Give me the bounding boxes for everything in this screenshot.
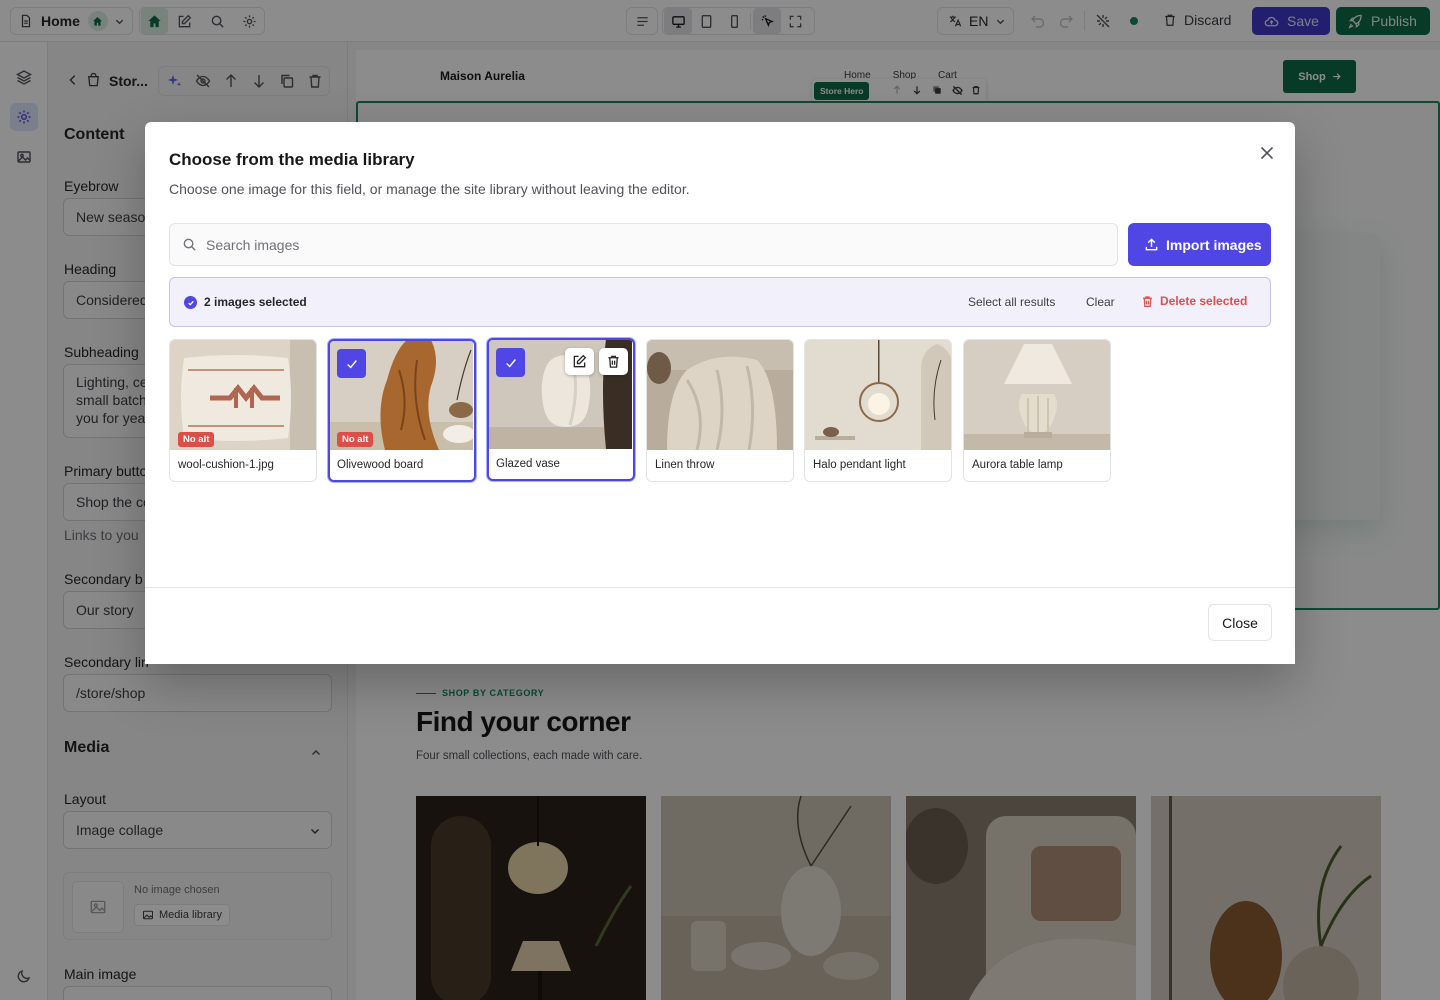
import-images-button[interactable]: Import images [1128,223,1271,266]
delete-selected-label: Delete selected [1160,294,1248,308]
clear-button[interactable]: Clear [1086,295,1115,309]
search-icon [182,237,197,252]
no-alt-badge: No alt [337,432,374,447]
import-images-label: Import images [1166,236,1262,253]
media-item-name: Olivewood board [337,459,424,471]
selected-check-icon[interactable] [337,349,366,378]
media-item-wool-cushion[interactable]: No alt wool-cushion-1.jpg [169,339,317,482]
media-thumb [805,340,951,450]
media-thumb [964,340,1110,450]
media-item-halo-pendant[interactable]: Halo pendant light [804,339,952,482]
delete-selected-button[interactable]: Delete selected [1141,294,1247,308]
upload-icon [1144,237,1159,252]
media-item-glazed-vase[interactable]: Glazed vase [487,338,635,481]
selected-check-icon[interactable] [496,348,525,377]
media-library-dialog: Choose from the media library Choose one… [145,122,1295,664]
dialog-footer-divider [145,587,1295,588]
media-item-name: Aurora table lamp [972,459,1063,471]
media-item-aurora-lamp[interactable]: Aurora table lamp [963,339,1111,482]
delete-image-button[interactable] [599,348,628,375]
selection-count: 2 images selected [204,295,307,309]
media-item-name: Linen throw [655,459,715,471]
dialog-title: Choose from the media library [169,150,415,169]
selection-bar: 2 images selected Select all results Cle… [169,277,1271,327]
no-alt-badge: No alt [178,432,215,447]
media-item-name: Glazed vase [496,458,560,470]
close-button[interactable]: Close [1208,604,1272,641]
search-placeholder: Search images [206,237,300,253]
edit-image-button[interactable] [565,348,594,375]
media-item-linen-throw[interactable]: Linen throw [646,339,794,482]
media-item-olivewood-board[interactable]: No alt Olivewood board [328,339,476,482]
close-icon[interactable] [1256,142,1278,164]
search-input[interactable]: Search images [169,223,1118,266]
dialog-subtitle: Choose one image for this field, or mana… [169,181,690,197]
edit-icon [572,354,587,369]
media-item-name: Halo pendant light [813,459,906,471]
media-thumb [647,340,793,450]
trash-icon [606,354,621,369]
check-circle-icon [184,296,197,309]
trash-icon [1141,295,1154,308]
select-all-button[interactable]: Select all results [968,295,1055,309]
media-item-name: wool-cushion-1.jpg [178,459,274,471]
